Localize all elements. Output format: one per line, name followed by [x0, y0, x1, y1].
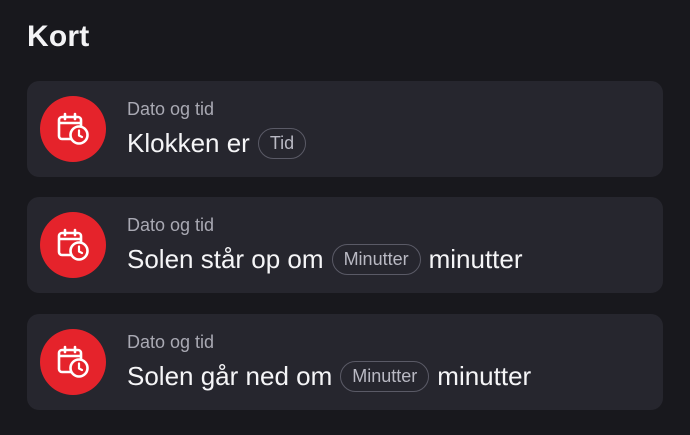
calendar-clock-icon: [57, 345, 89, 378]
statement-text: Klokken er: [127, 128, 250, 158]
card-sunrise-minutes[interactable]: Dato og tid Solen står op om Minutter mi…: [27, 197, 663, 293]
statement-text: Solen står op om: [127, 244, 324, 274]
page-title: Kort: [27, 20, 90, 53]
card-category: Dato og tid: [127, 332, 215, 352]
statement-text-suffix: minutter: [428, 244, 523, 274]
card-statement: Klokken er Tid: [127, 128, 314, 159]
calendar-clock-icon: [57, 112, 89, 145]
card-statement: Solen står op om Minutter minutter: [127, 244, 531, 275]
statement-text: Solen går ned om: [127, 361, 333, 391]
card-sunset-minutes[interactable]: Dato og tid Solen går ned om Minutter mi…: [27, 314, 663, 410]
card-category: Dato og tid: [127, 215, 215, 235]
statement-text-suffix: minutter: [437, 361, 532, 391]
calendar-clock-icon-badge: [40, 96, 106, 162]
variable-pill-time[interactable]: Tid: [257, 128, 307, 159]
calendar-clock-icon-badge: [40, 329, 106, 395]
calendar-clock-icon: [57, 228, 89, 261]
variable-pill-minutes[interactable]: Minutter: [340, 361, 430, 392]
variable-pill-minutes[interactable]: Minutter: [331, 244, 421, 275]
card-category: Dato og tid: [127, 99, 215, 119]
calendar-clock-icon-badge: [40, 212, 106, 278]
card-clock-time[interactable]: Dato og tid Klokken er Tid: [27, 81, 663, 177]
card-statement: Solen går ned om Minutter minutter: [127, 361, 539, 392]
